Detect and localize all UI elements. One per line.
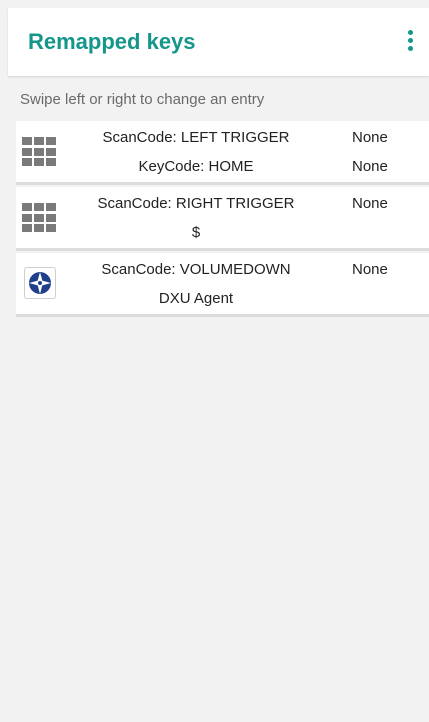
key-code-label: $ (191, 224, 201, 241)
grid-icon (22, 203, 58, 233)
app-title: Remapped keys (28, 29, 196, 54)
scan-code-label: ScanCode: RIGHT TRIGGER (97, 195, 295, 212)
compass-icon (29, 272, 51, 294)
value-1: None (352, 129, 388, 146)
app-screen: Remapped keys Swipe left or right to cha… (8, 8, 429, 722)
app-bar: Remapped keys (8, 8, 429, 76)
scan-code-label: ScanCode: VOLUMEDOWN (101, 261, 291, 278)
value-1: None (352, 261, 388, 278)
grid-icon (22, 137, 58, 167)
swipe-hint: Swipe left or right to change an entry (20, 91, 265, 108)
scan-code-label: ScanCode: LEFT TRIGGER (102, 129, 290, 146)
app-name-label: DXU Agent (158, 290, 234, 307)
list-item[interactable]: ScanCode: RIGHT TRIGGER $ None (16, 187, 429, 251)
key-code-label: KeyCode: HOME (138, 158, 254, 175)
more-vert-icon[interactable] (405, 30, 415, 54)
value-2: None (352, 158, 388, 175)
value-1: None (352, 195, 388, 212)
remapped-keys-list: ScanCode: LEFT TRIGGER KeyCode: HOME Non… (16, 121, 429, 319)
list-item[interactable]: ScanCode: LEFT TRIGGER KeyCode: HOME Non… (16, 121, 429, 185)
dxu-agent-icon (24, 267, 56, 299)
list-item[interactable]: ScanCode: VOLUMEDOWN DXU Agent None (16, 253, 429, 317)
